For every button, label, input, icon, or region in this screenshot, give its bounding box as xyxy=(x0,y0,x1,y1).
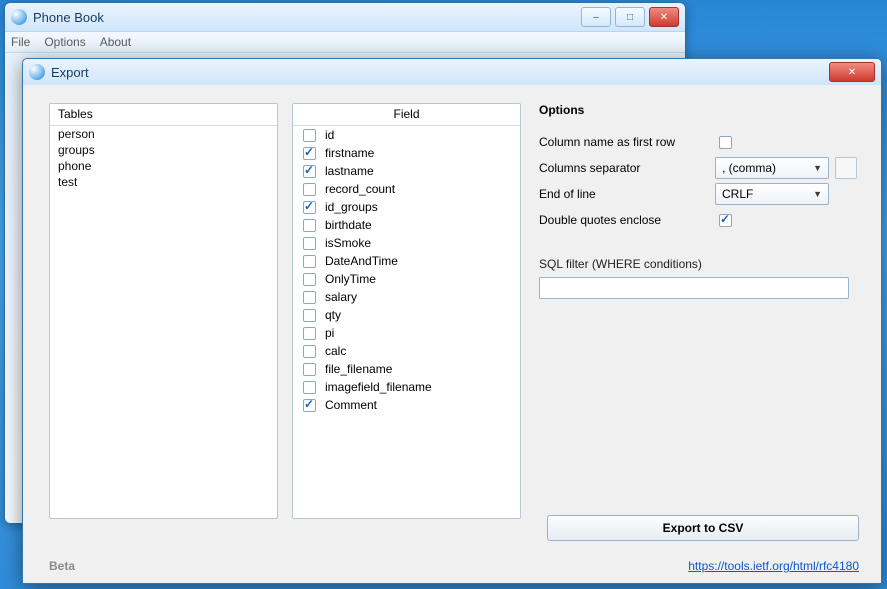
field-row[interactable]: imagefield_filename xyxy=(293,378,520,396)
field-label: OnlyTime xyxy=(325,272,376,286)
field-checkbox[interactable] xyxy=(303,399,316,412)
field-checkbox[interactable] xyxy=(303,165,316,178)
field-row[interactable]: qty xyxy=(293,306,520,324)
field-label: Comment xyxy=(325,398,377,412)
field-row[interactable]: salary xyxy=(293,288,520,306)
dialog-titlebar: Export ✕ xyxy=(23,59,881,86)
field-row[interactable]: isSmoke xyxy=(293,234,520,252)
opt-first-row-checkbox[interactable] xyxy=(719,136,732,149)
field-row[interactable]: id xyxy=(293,126,520,144)
field-checkbox[interactable] xyxy=(303,273,316,286)
opt-quotes-label: Double quotes enclose xyxy=(539,213,715,227)
field-label: birthdate xyxy=(325,218,372,232)
menu-file[interactable]: File xyxy=(11,35,30,49)
field-label: calc xyxy=(325,344,346,358)
export-to-csv-button[interactable]: Export to CSV xyxy=(547,515,859,541)
field-checkbox[interactable] xyxy=(303,291,316,304)
field-row[interactable]: DateAndTime xyxy=(293,252,520,270)
opt-eol-dropdown[interactable]: CRLF ▼ xyxy=(715,183,829,205)
field-label: id_groups xyxy=(325,200,378,214)
field-checkbox[interactable] xyxy=(303,345,316,358)
field-label: id xyxy=(325,128,334,142)
tables-header: Tables xyxy=(50,104,277,126)
field-row[interactable]: birthdate xyxy=(293,216,520,234)
field-row[interactable]: Comment xyxy=(293,396,520,414)
field-row[interactable]: firstname xyxy=(293,144,520,162)
field-row[interactable]: OnlyTime xyxy=(293,270,520,288)
dialog-title: Export xyxy=(51,65,829,80)
field-label: salary xyxy=(325,290,357,304)
menu-options[interactable]: Options xyxy=(44,35,85,49)
fields-header: Field xyxy=(293,104,520,126)
options-panel: Options Column name as first row Columns… xyxy=(535,103,861,519)
opt-eol-label: End of line xyxy=(539,187,715,201)
window-buttons: – □ ✕ xyxy=(581,7,679,27)
fields-listbox[interactable]: Field id firstname lastname record_count id_… xyxy=(292,103,521,519)
field-checkbox[interactable] xyxy=(303,129,316,142)
main-titlebar: Phone Book – □ ✕ xyxy=(5,3,685,32)
field-label: qty xyxy=(325,308,341,322)
table-row[interactable]: person xyxy=(50,126,277,142)
field-label: imagefield_filename xyxy=(325,380,432,394)
table-row[interactable]: test xyxy=(50,174,277,190)
field-row[interactable]: file_filename xyxy=(293,360,520,378)
field-label: file_filename xyxy=(325,362,392,376)
field-checkbox[interactable] xyxy=(303,219,316,232)
opt-quotes-checkbox[interactable] xyxy=(719,214,732,227)
field-checkbox[interactable] xyxy=(303,309,316,322)
field-checkbox[interactable] xyxy=(303,327,316,340)
options-heading: Options xyxy=(539,103,857,117)
field-checkbox[interactable] xyxy=(303,147,316,160)
opt-first-row-label: Column name as first row xyxy=(539,135,715,149)
dialog-icon xyxy=(29,64,45,80)
field-checkbox[interactable] xyxy=(303,363,316,376)
field-checkbox[interactable] xyxy=(303,183,316,196)
chevron-down-icon: ▼ xyxy=(813,163,822,173)
tables-listbox[interactable]: Tables persongroupsphonetest xyxy=(49,103,278,519)
field-label: pi xyxy=(325,326,334,340)
export-dialog: Export ✕ Tables persongroupsphonetest Fi… xyxy=(22,58,882,584)
sql-filter-input[interactable] xyxy=(539,277,849,299)
opt-separator-label: Columns separator xyxy=(539,161,715,175)
opt-separator-extra-button[interactable] xyxy=(835,157,857,179)
field-row[interactable]: id_groups xyxy=(293,198,520,216)
sql-filter-label: SQL filter (WHERE conditions) xyxy=(539,257,857,271)
field-label: record_count xyxy=(325,182,395,196)
minimize-button[interactable]: – xyxy=(581,7,611,27)
dialog-close-button[interactable]: ✕ xyxy=(829,62,875,82)
dialog-body: Tables persongroupsphonetest Field id fir… xyxy=(23,85,881,583)
app-icon xyxy=(11,9,27,25)
field-row[interactable]: record_count xyxy=(293,180,520,198)
field-row[interactable]: pi xyxy=(293,324,520,342)
menu-about[interactable]: About xyxy=(100,35,131,49)
field-checkbox[interactable] xyxy=(303,201,316,214)
field-row[interactable]: lastname xyxy=(293,162,520,180)
field-row[interactable]: calc xyxy=(293,342,520,360)
field-label: DateAndTime xyxy=(325,254,398,268)
opt-eol-value: CRLF xyxy=(722,187,753,201)
footer-label: Beta xyxy=(49,559,75,573)
field-checkbox[interactable] xyxy=(303,237,316,250)
maximize-button[interactable]: □ xyxy=(615,7,645,27)
table-row[interactable]: phone xyxy=(50,158,277,174)
close-button[interactable]: ✕ xyxy=(649,7,679,27)
opt-separator-value: , (comma) xyxy=(722,161,776,175)
field-label: lastname xyxy=(325,164,374,178)
menu-bar: File Options About xyxy=(5,32,685,53)
chevron-down-icon: ▼ xyxy=(813,189,822,199)
field-checkbox[interactable] xyxy=(303,381,316,394)
main-window-title: Phone Book xyxy=(33,10,581,25)
table-row[interactable]: groups xyxy=(50,142,277,158)
field-label: isSmoke xyxy=(325,236,371,250)
field-checkbox[interactable] xyxy=(303,255,316,268)
rfc-link[interactable]: https://tools.ietf.org/html/rfc4180 xyxy=(688,559,859,573)
field-label: firstname xyxy=(325,146,374,160)
opt-separator-dropdown[interactable]: , (comma) ▼ xyxy=(715,157,829,179)
